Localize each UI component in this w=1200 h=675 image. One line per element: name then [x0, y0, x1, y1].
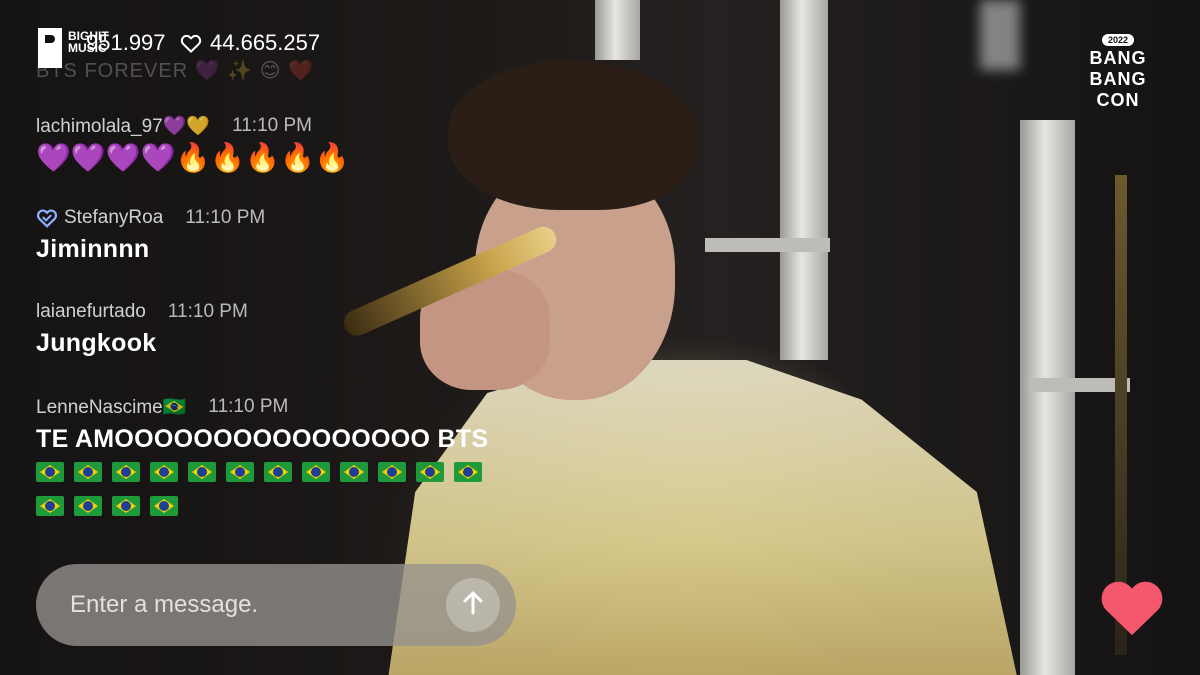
viewer-count: 951.997	[86, 30, 166, 55]
heart-badge-icon	[36, 207, 58, 229]
brazil-flag-icon	[416, 462, 444, 482]
brazil-flag-icon	[340, 462, 368, 482]
brazil-flag-icon	[112, 462, 140, 482]
brazil-flag-icon	[378, 462, 406, 482]
brazil-flag-icon	[226, 462, 254, 482]
chat-username[interactable]: laianefurtado	[36, 301, 146, 323]
brazil-flag-icon	[36, 496, 64, 516]
send-button[interactable]	[446, 578, 500, 632]
chat-message-text: Jungkook	[36, 329, 157, 357]
chat-message: StefanyRoa 11:10 PM Jiminnnn	[36, 207, 265, 264]
brazil-flag-icon	[150, 462, 178, 482]
chat-timestamp: 11:10 PM	[185, 207, 266, 228]
brazil-flag-icon	[36, 462, 64, 482]
brazil-flag-icon	[264, 462, 292, 482]
chat-username[interactable]: LenneNascime🇧🇷	[36, 395, 186, 419]
chat-message-text: TE AMOOOOOOOOOOOOOOOO BTS	[36, 425, 489, 453]
event-title-line: BANG	[1089, 69, 1147, 89]
brazil-flag-emoji-row	[36, 462, 506, 516]
chat-username[interactable]: lachimolala_97💜💛	[36, 114, 210, 138]
chat-timestamp: 11:10 PM	[167, 301, 248, 322]
event-year: 2022	[1101, 34, 1135, 46]
faded-chat-message: BTS FOREVER 💜 ✨ 😊 ❤️	[36, 60, 314, 82]
chat-message-text: 💜💜💜💜🔥🔥🔥🔥🔥	[36, 142, 350, 173]
stage-pillar	[1020, 120, 1075, 675]
performer-hair	[448, 60, 698, 210]
chat-message: lachimolala_97💜💛 11:10 PM 💜💜💜💜🔥🔥🔥🔥🔥	[36, 114, 350, 176]
brazil-flag-icon	[454, 462, 482, 482]
brazil-flag-icon	[112, 496, 140, 516]
stage-pillar	[595, 0, 640, 60]
brazil-flag-icon	[188, 462, 216, 482]
like-count-value: 44.665.257	[210, 30, 321, 55]
arrow-up-icon	[461, 590, 485, 621]
message-input[interactable]	[68, 590, 446, 620]
chat-timestamp: 11:10 PM	[208, 396, 289, 417]
brazil-flag-icon	[74, 462, 102, 482]
heart-outline-icon	[180, 33, 202, 53]
like-reaction-button[interactable]	[1096, 574, 1168, 638]
chat-message: laianefurtado 11:10 PM Jungkook	[36, 301, 248, 358]
brazil-flag-icon	[74, 496, 102, 516]
heart-icon	[1096, 581, 1168, 642]
brazil-flag-icon	[150, 496, 178, 516]
message-composer	[36, 564, 516, 646]
like-count: 44.665.257	[180, 30, 320, 56]
bang-bang-con-badge: 2022 BANG BANG CON	[1078, 30, 1158, 111]
chat-username[interactable]: StefanyRoa	[64, 207, 163, 229]
brazil-flag-icon	[302, 462, 330, 482]
event-title-line: CON	[1096, 90, 1140, 110]
event-title-line: BANG	[1089, 48, 1147, 68]
chat-message-text: Jiminnnn	[36, 235, 150, 263]
chat-message: LenneNascime🇧🇷 11:10 PM TE AMOOOOOOOOOOO…	[36, 395, 506, 516]
chat-timestamp: 11:10 PM	[232, 115, 312, 136]
